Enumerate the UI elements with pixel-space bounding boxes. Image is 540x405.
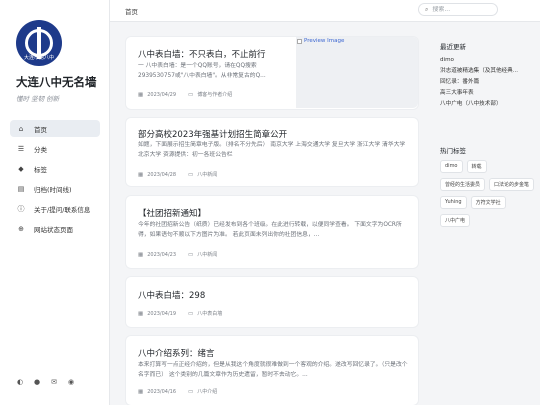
- post-preview-image[interactable]: Preview Image: [296, 37, 418, 108]
- calendar-icon: ▦: [138, 91, 144, 98]
- post-title[interactable]: 八中表白墙：298: [138, 289, 205, 301]
- breadcrumb: 首页: [125, 8, 138, 16]
- post-title[interactable]: 【社团招新通知】: [138, 207, 206, 219]
- post-category[interactable]: 八中新闻: [197, 251, 217, 258]
- post-meta: ▦ 2023/04/28 ▭ 八中新闻: [138, 171, 217, 179]
- broken-image-label: Preview Image: [297, 38, 344, 44]
- post-excerpt: 如题，下面展示招生简章电子版。（排名不分先后） 南京大学 上海交通大学 复旦大学…: [138, 142, 406, 158]
- calendar-icon: ▦: [138, 388, 144, 395]
- rss-icon[interactable]: ◉: [67, 378, 75, 386]
- post-date: 2023/04/23: [147, 251, 177, 258]
- post-category[interactable]: 八中新闻: [197, 171, 217, 178]
- post-title[interactable]: 八中表白墙：不只表白，不止前行: [138, 48, 266, 60]
- nav-item-archive[interactable]: ▤ 归档(时间线): [10, 180, 100, 197]
- recent-updates-list: dimo 洪志道被精选集（及其他经典... 回忆录：番外篇 高三大事年表 八中广…: [440, 55, 528, 110]
- search-icon: ⌕: [425, 5, 429, 13]
- post-category[interactable]: 八中介绍: [197, 388, 217, 395]
- archive-icon: ▤: [17, 184, 25, 193]
- folder-icon: ▭: [188, 310, 194, 317]
- calendar-icon: ▦: [138, 310, 144, 317]
- site-subtitle: 懂时 坚韧 创新: [16, 95, 60, 103]
- info-icon: ⓘ: [17, 204, 25, 213]
- nav-item-label: 归档(时间线): [34, 185, 72, 194]
- folder-icon: ▭: [188, 171, 194, 178]
- post-date: 2023/04/29: [147, 91, 177, 98]
- tag-chip[interactable]: 口法论的步金笔: [489, 178, 535, 191]
- popular-tags-title: 热门标签: [440, 147, 466, 155]
- post-date: 2023/04/16: [147, 388, 177, 395]
- nav-item-label: 关于/提问/联系信息: [34, 205, 91, 214]
- nav-item-about[interactable]: ⓘ 关于/提问/联系信息: [10, 200, 100, 217]
- post-card[interactable]: 八中表白墙：298 ▦ 2023/04/19 ▭ 八中表白墙: [126, 277, 418, 327]
- left-sidebar: 大连市第八中 大连八中无名墙 懂时 坚韧 创新 ⌂ 首页 ☰ 分类 ◆ 标签 ▤ 归档(…: [0, 0, 110, 405]
- nav-item-label: 分类: [34, 145, 47, 154]
- post-card[interactable]: 【社团招新通知】 今年的社团招新公告（纸质）已经发布到各个班级。在此进行转载，以…: [126, 196, 418, 268]
- tag-chip[interactable]: 曾经的生活委员: [440, 178, 486, 191]
- main-nav: ⌂ 首页 ☰ 分类 ◆ 标签 ▤ 归档(时间线) ⓘ 关于/提问/联系信息 ⊕ 网站状态页面: [10, 120, 100, 240]
- tag-chip[interactable]: 八中广电: [440, 214, 471, 227]
- post-card[interactable]: 八中表白墙：不只表白，不止前行 一 八中表白墙：是一个QQ账号，请在QQ搜索29…: [126, 37, 418, 109]
- recent-item[interactable]: 洪志道被精选集（及其他经典...: [440, 66, 528, 77]
- nav-item-categories[interactable]: ☰ 分类: [10, 140, 100, 157]
- preview-alt-text: Preview Image: [304, 38, 345, 44]
- tag-chip[interactable]: dimo: [440, 160, 463, 173]
- recent-item[interactable]: dimo: [440, 55, 528, 66]
- recent-item[interactable]: 回忆录：番外篇: [440, 77, 528, 88]
- post-category[interactable]: 博客与作者介绍: [197, 91, 232, 98]
- email-icon[interactable]: ✉: [50, 378, 58, 386]
- tag-chip[interactable]: 转载: [466, 160, 487, 173]
- folder-icon: ▭: [188, 388, 194, 395]
- home-icon: ⌂: [18, 124, 24, 133]
- tag-chip[interactable]: Yuhing: [440, 196, 467, 209]
- sidebar-footer: ◐ ● ✉ ◉: [16, 378, 75, 386]
- calendar-icon: ▦: [138, 171, 144, 178]
- list-icon: ☰: [17, 144, 25, 153]
- recent-item[interactable]: 八中广电（八中技术部）: [440, 99, 528, 110]
- folder-icon: ▭: [188, 91, 194, 98]
- nav-item-label: 标签: [34, 165, 47, 174]
- nav-item-label: 网站状态页面: [34, 225, 73, 234]
- post-excerpt: 今年的社团招新公告（纸质）已经发布到各个班级。在此进行转载，以便同学查看。 下面…: [138, 222, 402, 238]
- post-date: 2023/04/28: [147, 171, 177, 178]
- folder-icon: ▭: [188, 251, 194, 258]
- post-meta: ▦ 2023/04/29 ▭ 博客与作者介绍: [138, 91, 232, 99]
- post-card[interactable]: 八中介绍系列：绪言 本来打算写一点正经介绍的，但是从我这个角度就很难做到一个客观…: [126, 336, 418, 405]
- nav-item-status[interactable]: ⊕ 网站状态页面: [10, 220, 100, 237]
- post-title[interactable]: 部分高校2023年强基计划招生简章公开: [138, 128, 287, 140]
- post-excerpt: 本来打算写一点正经介绍的，但是从我这个角度就很难做到一个客观的介绍。遂改写回忆录…: [138, 362, 408, 378]
- top-bar: 首页 ⌕: [110, 0, 540, 22]
- post-card[interactable]: 部分高校2023年强基计划招生简章公开 如题，下面展示招生简章电子版。（排名不分…: [126, 118, 418, 186]
- theme-toggle-icon[interactable]: ◐: [16, 378, 24, 386]
- site-logo[interactable]: 大连市第八中: [16, 20, 62, 66]
- logo-text: 大连市第八中: [23, 55, 54, 61]
- post-meta: ▦ 2023/04/16 ▭ 八中介绍: [138, 388, 217, 396]
- tag-cloud: dimo 转载 曾经的生活委员 口法论的步金笔 Yuhing 方符文学社 八中广…: [440, 160, 535, 227]
- nav-item-tags[interactable]: ◆ 标签: [10, 160, 100, 177]
- post-meta: ▦ 2023/04/19 ▭ 八中表白墙: [138, 310, 222, 318]
- search-box[interactable]: ⌕: [418, 3, 498, 16]
- post-meta: ▦ 2023/04/23 ▭ 八中新闻: [138, 251, 217, 259]
- recent-item[interactable]: 高三大事年表: [440, 88, 528, 99]
- post-date: 2023/04/19: [147, 310, 177, 317]
- tag-chip[interactable]: 方符文学社: [470, 196, 506, 209]
- post-category[interactable]: 八中表白墙: [197, 310, 222, 317]
- post-excerpt: 一 八中表白墙：是一个QQ账号，请在QQ搜索2939530757或"八中表白墙"…: [138, 63, 266, 79]
- nav-item-home[interactable]: ⌂ 首页: [10, 120, 100, 137]
- recent-updates-title: 最近更新: [440, 43, 466, 51]
- search-input[interactable]: [432, 6, 493, 13]
- site-title[interactable]: 大连八中无名墙: [16, 74, 97, 90]
- globe-icon: ⊕: [18, 224, 24, 233]
- github-icon[interactable]: ●: [33, 378, 41, 386]
- broken-image-icon: [297, 38, 302, 44]
- nav-item-label: 首页: [34, 125, 47, 134]
- calendar-icon: ▦: [138, 251, 144, 258]
- tag-icon: ◆: [18, 164, 24, 173]
- post-title[interactable]: 八中介绍系列：绪言: [138, 347, 215, 359]
